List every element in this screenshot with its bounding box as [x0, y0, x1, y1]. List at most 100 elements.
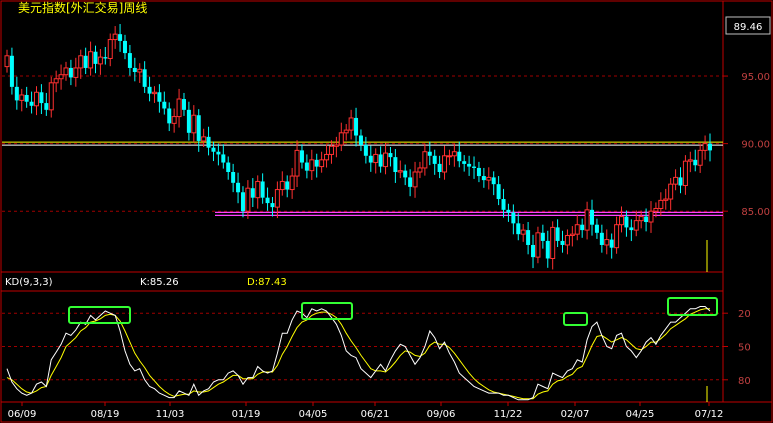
- candle-body-up: [584, 209, 590, 231]
- candle-body-up: [176, 98, 182, 118]
- k-value-label: K:85.26: [140, 277, 179, 288]
- candle-body-down: [388, 153, 393, 158]
- x-tick-label: 01/19: [232, 409, 261, 420]
- candle-body-down: [545, 240, 550, 259]
- candle-body-up: [4, 55, 10, 68]
- candle-body-up: [338, 132, 344, 146]
- candle-body-down: [68, 67, 73, 78]
- candle-body-up: [171, 116, 177, 124]
- candle-body-down: [304, 162, 309, 171]
- candle-body-down: [403, 170, 408, 178]
- candle-body-up: [682, 160, 688, 187]
- candle-body-up: [619, 216, 625, 226]
- candle-body-up: [201, 136, 207, 142]
- candle-body-down: [265, 197, 270, 204]
- x-tick-label: 11/22: [494, 409, 523, 420]
- candle-body-down: [491, 177, 496, 185]
- candle-body-down: [299, 150, 304, 163]
- candle-body-down: [216, 151, 221, 155]
- candle-body-down: [231, 172, 236, 183]
- candle-body-up: [294, 149, 300, 177]
- candle-body-up: [63, 67, 69, 76]
- candle-body-down: [580, 224, 585, 231]
- candle-body-up: [58, 74, 64, 80]
- candle-body-down: [103, 57, 108, 59]
- candle-body-down: [511, 212, 516, 224]
- candle-body-down: [363, 144, 368, 156]
- candle-body-up: [574, 224, 580, 235]
- candle-body-up: [112, 33, 118, 41]
- candle-body-down: [590, 209, 595, 225]
- candles: [4, 24, 712, 270]
- candle-body-down: [285, 181, 290, 190]
- candle-body-down: [437, 163, 442, 172]
- candle-body-down: [368, 155, 373, 163]
- candle-body-down: [501, 199, 506, 210]
- candle-body-down: [531, 244, 536, 258]
- candle-body-down: [472, 166, 477, 168]
- candle-body-down: [408, 177, 413, 187]
- candle-body-down: [496, 184, 501, 200]
- kd-tick-label: 20: [738, 309, 751, 320]
- candle-body-up: [535, 232, 541, 258]
- candle-body-down: [236, 182, 241, 193]
- candle-body-down: [693, 159, 698, 166]
- candle-body-down: [44, 103, 49, 110]
- candle-body-down: [162, 101, 167, 109]
- candle-body-down: [476, 167, 481, 177]
- candle-body-down: [594, 224, 599, 233]
- kd-tick-label: 80: [738, 376, 751, 387]
- candle-body-down: [354, 117, 359, 136]
- d-value-label: D:87.43: [247, 277, 287, 288]
- candle-body-down: [83, 55, 88, 68]
- candle-body-down: [644, 216, 649, 222]
- candle-body-up: [319, 159, 325, 168]
- candle-body-up: [446, 155, 452, 158]
- candle-body-down: [609, 239, 614, 248]
- candle-body-down: [599, 232, 604, 245]
- candle-body-up: [383, 152, 389, 168]
- x-tick-label: 07/12: [695, 409, 724, 420]
- candle-body-down: [14, 86, 19, 101]
- candle-body-up: [451, 151, 457, 157]
- candle-body-down: [260, 181, 265, 198]
- candle-body-down: [560, 240, 565, 245]
- candle-body-down: [516, 223, 521, 235]
- candle-body-down: [378, 154, 383, 167]
- candle-body-down: [132, 67, 137, 72]
- candle-body-up: [702, 143, 708, 151]
- chart-title: 美元指数[外汇交易]周线: [18, 0, 147, 15]
- candle-body-up: [417, 167, 423, 173]
- candle-body-down: [314, 159, 319, 167]
- candle-body-up: [279, 180, 285, 191]
- candle-body-down: [624, 216, 629, 228]
- candle-body-down: [708, 143, 712, 151]
- candle-body-up: [255, 180, 261, 199]
- candle-body-up: [604, 239, 610, 246]
- candle-body-up: [633, 220, 639, 231]
- candle-body-down: [206, 136, 211, 148]
- candle-body-up: [550, 226, 556, 259]
- x-tick-label: 04/25: [626, 409, 655, 420]
- candle-body-up: [33, 91, 39, 107]
- candle-body-down: [526, 230, 531, 245]
- candle-body-up: [343, 129, 349, 134]
- candle-body-down: [196, 115, 201, 141]
- candle-body-up: [88, 51, 94, 69]
- kd-candlestick-chart: 95.00 90.00 85.00 89.46 美元指数[外汇交易]周线 KD(9,3,3…: [0, 0, 773, 423]
- x-tick-label: 06/21: [361, 409, 390, 420]
- candle-body-up: [663, 198, 669, 201]
- candle-body-up: [668, 183, 674, 200]
- candle-body-up: [520, 229, 526, 235]
- candle-body-up: [324, 153, 330, 161]
- price-tick-label: 95.00: [741, 72, 770, 83]
- candle-body-up: [397, 170, 403, 173]
- candle-body-down: [432, 155, 437, 164]
- candle-body-down: [93, 51, 98, 64]
- candle-body-down: [467, 163, 472, 167]
- candle-body-down: [250, 188, 255, 198]
- candle-body-up: [289, 175, 295, 191]
- kd-tick-label: 50: [738, 343, 751, 354]
- kd-highlight-box: [68, 306, 131, 324]
- candle-body-down: [393, 157, 398, 172]
